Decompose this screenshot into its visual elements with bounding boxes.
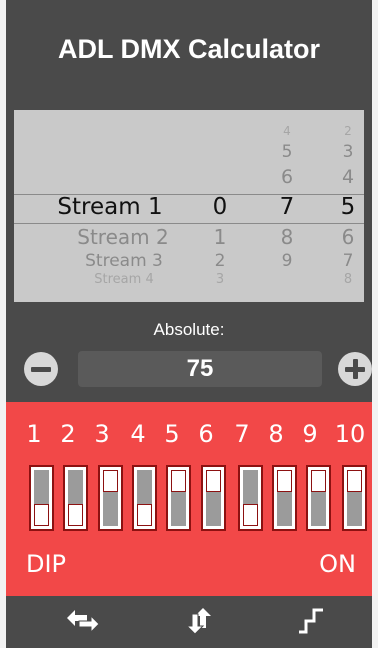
dip-switch-knob	[34, 504, 49, 526]
picker-tens-option[interactable]: 5	[282, 142, 293, 162]
dip-number: 9	[302, 420, 318, 448]
dip-number: 3	[94, 420, 110, 448]
swap-horizontal-icon	[67, 610, 100, 634]
picker-hundreds-option[interactable]: 1	[214, 225, 227, 249]
dip-number: 8	[268, 420, 284, 448]
picker-stream-option[interactable]: Stream 3	[85, 251, 163, 271]
bottom-toolbar	[6, 596, 372, 648]
dip-switch[interactable]	[201, 465, 226, 531]
dip-switch-knob	[137, 504, 152, 526]
dip-label: DIP	[26, 550, 67, 578]
app-screen: ADL DMX Calculator Stream 1 Stream 2 Str…	[6, 0, 372, 648]
picker-tens-selected[interactable]: 7	[280, 194, 295, 220]
picker-tens-option[interactable]: 9	[282, 251, 293, 271]
dip-number: 5	[164, 420, 180, 448]
dip-switch-knob	[68, 504, 83, 526]
picker-ones-option[interactable]: 7	[343, 251, 354, 271]
picker-tens-option[interactable]: 4	[283, 124, 291, 138]
dip-switch-knob	[243, 504, 258, 526]
picker-stream-option[interactable]: Stream 4	[94, 272, 153, 287]
picker-hundreds-selected[interactable]: 0	[213, 194, 228, 220]
dip-switch-knob	[277, 470, 292, 492]
decrement-button[interactable]	[24, 352, 58, 386]
picker-ones-option[interactable]: 4	[342, 166, 354, 188]
dip-switch-panel: 1 2 3 4 5 6 7 8 9 10 DIP ON	[6, 402, 372, 596]
dip-switch[interactable]	[29, 465, 54, 531]
swap-vertical-button[interactable]	[181, 606, 217, 636]
dip-switch[interactable]	[342, 465, 367, 531]
dip-switch-knob	[171, 470, 186, 492]
dip-switch-knob	[347, 470, 362, 492]
dip-switch[interactable]	[63, 465, 88, 531]
picker-tens-option[interactable]: 6	[281, 166, 293, 188]
picker-stream-option[interactable]: Stream 2	[77, 225, 168, 249]
dip-switch[interactable]	[132, 465, 157, 531]
increment-button[interactable]	[338, 352, 372, 386]
dip-switch[interactable]	[98, 465, 123, 531]
dip-number: 1	[26, 420, 42, 448]
dip-switch[interactable]	[306, 465, 331, 531]
dip-switch-knob	[311, 470, 326, 492]
minus-icon	[31, 367, 51, 372]
picker-stream-selected[interactable]: Stream 1	[57, 194, 162, 220]
picker-tens-option[interactable]: 8	[281, 225, 294, 249]
dip-number: 2	[60, 420, 76, 448]
picker-ones-option[interactable]: 6	[342, 225, 355, 249]
picker-ones-option[interactable]: 3	[343, 142, 354, 162]
picker-hundreds-option[interactable]: 2	[215, 251, 226, 271]
picker-hundreds-option[interactable]: 3	[216, 272, 224, 287]
picker-ones-selected[interactable]: 5	[341, 194, 356, 220]
absolute-value-field[interactable]: 75	[78, 351, 322, 387]
dip-number: 10	[334, 420, 366, 448]
swap-vertical-icon	[185, 608, 211, 635]
dip-number: 4	[130, 420, 146, 448]
swap-horizontal-button[interactable]	[65, 606, 101, 636]
dip-switch[interactable]	[238, 465, 263, 531]
picker-ones-option[interactable]: 2	[344, 124, 352, 138]
dip-switch-knob	[206, 470, 221, 492]
step-signal-icon	[299, 608, 323, 634]
dip-switch[interactable]	[166, 465, 191, 531]
stream-picker[interactable]: Stream 1 Stream 2 Stream 3 Stream 4 0 1 …	[14, 110, 364, 302]
dip-number: 6	[198, 420, 214, 448]
dip-switch-knob	[103, 470, 118, 492]
absolute-stepper: 75	[6, 346, 372, 390]
page-title: ADL DMX Calculator	[57, 34, 321, 64]
picker-ones-option[interactable]: 8	[344, 272, 352, 287]
step-signal-button[interactable]	[295, 606, 331, 636]
dip-switch[interactable]	[272, 465, 297, 531]
absolute-label: Absolute:	[153, 320, 225, 339]
dip-number: 7	[234, 420, 250, 448]
on-label: ON	[319, 550, 356, 578]
header: ADL DMX Calculator	[6, 0, 372, 110]
